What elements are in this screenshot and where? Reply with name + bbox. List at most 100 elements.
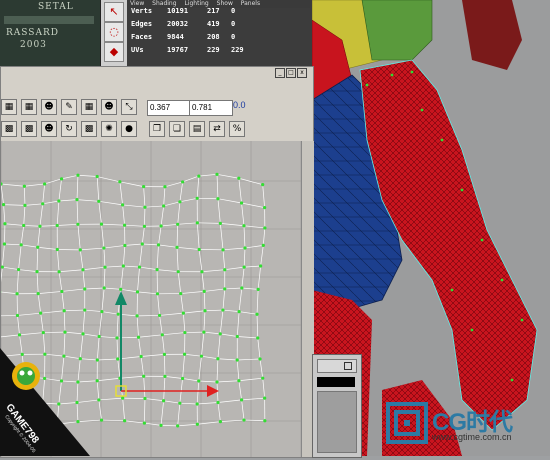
menu-show[interactable]: Show bbox=[217, 0, 233, 7]
uv-point[interactable] bbox=[20, 243, 23, 246]
uv-point[interactable] bbox=[175, 246, 178, 249]
uv-point[interactable] bbox=[263, 397, 266, 400]
uv-point[interactable] bbox=[3, 242, 6, 245]
uv-point[interactable] bbox=[263, 226, 266, 229]
uv-point[interactable] bbox=[216, 401, 219, 404]
uv-point[interactable] bbox=[163, 353, 166, 356]
uv-point[interactable] bbox=[57, 199, 60, 202]
uv-point[interactable] bbox=[221, 308, 224, 311]
uv-point[interactable] bbox=[223, 287, 226, 290]
uv-point[interactable] bbox=[181, 377, 184, 380]
uv-point[interactable] bbox=[56, 248, 59, 251]
uv-point[interactable] bbox=[240, 286, 243, 289]
uv-point[interactable] bbox=[118, 180, 121, 183]
uv-point[interactable] bbox=[35, 270, 38, 273]
uv-point[interactable] bbox=[75, 198, 78, 201]
maximize-button[interactable]: □ bbox=[286, 68, 296, 78]
uv-point[interactable] bbox=[200, 355, 203, 358]
uv-point[interactable] bbox=[18, 333, 21, 336]
head-icon[interactable]: ☻ bbox=[101, 99, 117, 115]
uv-point[interactable] bbox=[83, 308, 86, 311]
uv-point[interactable] bbox=[121, 397, 124, 400]
uv-point[interactable] bbox=[81, 268, 84, 271]
uv-point[interactable] bbox=[143, 421, 146, 424]
uv-point[interactable] bbox=[183, 331, 186, 334]
uv-point[interactable] bbox=[96, 358, 99, 361]
uv-point[interactable] bbox=[256, 336, 259, 339]
uv-point[interactable] bbox=[100, 222, 103, 225]
uv-point[interactable] bbox=[198, 248, 201, 251]
uv-point[interactable] bbox=[81, 332, 84, 335]
uv-point[interactable] bbox=[100, 418, 103, 421]
uv-point[interactable] bbox=[242, 224, 245, 227]
uv-point[interactable] bbox=[178, 200, 181, 203]
close-icon[interactable] bbox=[344, 362, 352, 370]
uv-point[interactable] bbox=[58, 270, 61, 273]
uv-point[interactable] bbox=[261, 377, 264, 380]
uv-point[interactable] bbox=[43, 182, 46, 185]
uv-point[interactable] bbox=[219, 222, 222, 225]
uv-point[interactable] bbox=[2, 203, 5, 206]
u-value-field[interactable] bbox=[147, 100, 191, 116]
uv-point[interactable] bbox=[17, 268, 20, 271]
grid-icon[interactable]: ▦ bbox=[21, 99, 37, 115]
uv-point[interactable] bbox=[242, 418, 245, 421]
uv-point[interactable] bbox=[203, 309, 206, 312]
uv-point[interactable] bbox=[156, 292, 159, 295]
uv-point[interactable] bbox=[203, 290, 206, 293]
rotate-icon[interactable]: ↻ bbox=[61, 121, 77, 137]
uv-point[interactable] bbox=[261, 183, 264, 186]
checker-icon[interactable]: ▩ bbox=[81, 121, 97, 137]
uv-point[interactable] bbox=[183, 353, 186, 356]
uv-point[interactable] bbox=[60, 290, 63, 293]
uv-point[interactable] bbox=[263, 206, 266, 209]
grid-icon[interactable]: ▦ bbox=[81, 99, 97, 115]
uv-point[interactable] bbox=[176, 424, 179, 427]
uv-point[interactable] bbox=[238, 310, 241, 313]
uv-point[interactable] bbox=[79, 248, 82, 251]
uv-point[interactable] bbox=[123, 244, 126, 247]
uv-point[interactable] bbox=[138, 265, 141, 268]
uv-point[interactable] bbox=[196, 402, 199, 405]
layout-icon[interactable]: ▤ bbox=[189, 121, 205, 137]
uv-point[interactable] bbox=[143, 206, 146, 209]
uv-point[interactable] bbox=[1, 265, 4, 268]
uv-point[interactable] bbox=[102, 246, 105, 249]
uv-point[interactable] bbox=[39, 312, 42, 315]
uv-point[interactable] bbox=[15, 292, 18, 295]
uv-point[interactable] bbox=[200, 270, 203, 273]
uv-point[interactable] bbox=[202, 331, 205, 334]
uv-point[interactable] bbox=[162, 204, 165, 207]
paste-icon[interactable]: ❏ bbox=[169, 121, 185, 137]
head-icon[interactable]: ☻ bbox=[41, 99, 57, 115]
uv-point[interactable] bbox=[97, 398, 100, 401]
uv-point[interactable] bbox=[16, 314, 19, 317]
uv-point[interactable] bbox=[76, 174, 79, 177]
uv-point[interactable] bbox=[159, 424, 162, 427]
uv-point[interactable] bbox=[115, 336, 118, 339]
uv-point[interactable] bbox=[263, 419, 266, 422]
uv-point[interactable] bbox=[236, 358, 239, 361]
uv-point[interactable] bbox=[176, 223, 179, 226]
select-arrow-icon[interactable]: ↖ bbox=[104, 2, 124, 22]
uv-point[interactable] bbox=[3, 222, 6, 225]
uv-point[interactable] bbox=[97, 200, 100, 203]
uv-point[interactable] bbox=[56, 224, 59, 227]
uv-point[interactable] bbox=[100, 310, 103, 313]
uv-point[interactable] bbox=[103, 286, 106, 289]
v-axis-arrow[interactable] bbox=[115, 291, 127, 305]
uv-point[interactable] bbox=[178, 402, 181, 405]
uv-point[interactable] bbox=[259, 264, 262, 267]
uv-point[interactable] bbox=[243, 266, 246, 269]
uv-point[interactable] bbox=[237, 379, 240, 382]
uv-point[interactable] bbox=[181, 180, 184, 183]
uv-point[interactable] bbox=[1, 182, 3, 185]
uv-point[interactable] bbox=[117, 313, 120, 316]
uv-point[interactable] bbox=[196, 423, 199, 426]
uv-point[interactable] bbox=[60, 177, 63, 180]
uv-point[interactable] bbox=[161, 333, 164, 336]
uv-point[interactable] bbox=[197, 379, 200, 382]
uv-point[interactable] bbox=[237, 177, 240, 180]
uv-point[interactable] bbox=[158, 314, 161, 317]
uv-point[interactable] bbox=[159, 224, 162, 227]
